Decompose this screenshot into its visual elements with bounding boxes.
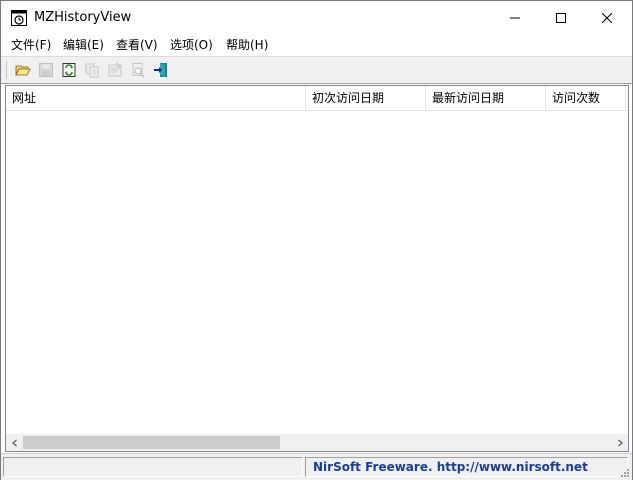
status-bar: NirSoft Freeware. http://www.nirsoft.net bbox=[1, 453, 632, 480]
menu-file[interactable]: 文件(F) bbox=[11, 35, 51, 55]
nirsoft-link[interactable]: NirSoft Freeware. http://www.nirsoft.net bbox=[305, 457, 628, 477]
chevron-right-icon bbox=[617, 439, 623, 446]
scroll-thumb[interactable] bbox=[23, 436, 280, 449]
status-item-count bbox=[3, 457, 303, 477]
minimize-icon bbox=[510, 17, 520, 19]
column-header-last-visit[interactable]: 最新访问日期 bbox=[426, 86, 546, 110]
column-header-label: 初次访问日期 bbox=[312, 91, 385, 105]
find-icon bbox=[132, 63, 145, 78]
column-header-label: 最新访问日期 bbox=[432, 91, 505, 105]
minimize-button[interactable] bbox=[492, 1, 538, 35]
resize-grip-icon[interactable] bbox=[618, 466, 630, 478]
title-bar[interactable]: MZHistoryView bbox=[1, 1, 632, 35]
column-header-label: 网址 bbox=[12, 91, 37, 105]
column-header-first-visit[interactable]: 初次访问日期 bbox=[306, 86, 426, 110]
toolbar bbox=[1, 56, 632, 84]
menu-help[interactable]: 帮助(H) bbox=[226, 35, 268, 55]
close-button[interactable] bbox=[584, 1, 630, 35]
refresh-button[interactable] bbox=[60, 61, 78, 79]
column-header-visit-count[interactable]: 访问次数 bbox=[546, 86, 626, 110]
column-header-url[interactable]: 网址 bbox=[6, 86, 306, 110]
maximize-icon bbox=[556, 13, 566, 23]
copy-icon bbox=[85, 63, 99, 78]
window-title: MZHistoryView bbox=[34, 10, 132, 25]
history-list[interactable]: 网址 初次访问日期 最新访问日期 访问次数 bbox=[5, 85, 629, 452]
chevron-left-icon bbox=[11, 439, 17, 446]
find-button[interactable] bbox=[129, 61, 147, 79]
save-icon bbox=[39, 63, 53, 77]
refresh-icon bbox=[62, 63, 76, 77]
list-header: 网址 初次访问日期 最新访问日期 访问次数 bbox=[6, 86, 628, 111]
menu-edit[interactable]: 编辑(E) bbox=[63, 35, 104, 55]
properties-button[interactable] bbox=[106, 61, 124, 79]
menu-bar: 文件(F) 编辑(E) 查看(V) 选项(O) 帮助(H) bbox=[1, 35, 632, 55]
properties-icon bbox=[108, 62, 122, 77]
open-folder-icon bbox=[15, 65, 31, 76]
scroll-left-button[interactable] bbox=[6, 434, 23, 451]
exit-icon bbox=[154, 63, 167, 77]
main-window: MZHistoryView 文件(F) 编辑(E) 查看(V) 选项(O) 帮助… bbox=[0, 0, 633, 480]
maximize-button[interactable] bbox=[538, 1, 584, 35]
list-rows[interactable] bbox=[6, 111, 628, 436]
exit-button[interactable] bbox=[152, 61, 170, 79]
app-icon bbox=[11, 10, 27, 26]
menu-options[interactable]: 选项(O) bbox=[170, 35, 213, 55]
close-icon bbox=[602, 13, 612, 23]
horizontal-scrollbar[interactable] bbox=[6, 434, 628, 451]
copy-button[interactable] bbox=[83, 61, 101, 79]
open-button[interactable] bbox=[14, 61, 32, 79]
toolbar-grip[interactable] bbox=[6, 61, 10, 79]
menu-view[interactable]: 查看(V) bbox=[116, 35, 158, 55]
save-button[interactable] bbox=[37, 61, 55, 79]
column-header-label: 访问次数 bbox=[552, 91, 601, 105]
scroll-right-button[interactable] bbox=[611, 434, 628, 451]
